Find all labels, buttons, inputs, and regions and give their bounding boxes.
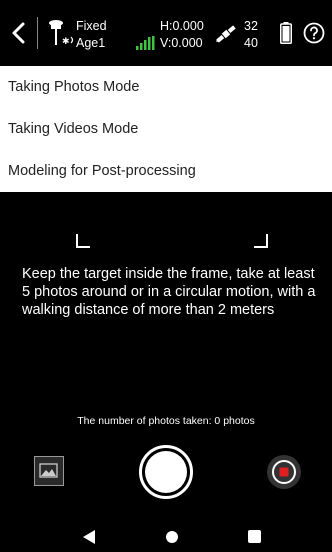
help-icon[interactable] <box>303 22 325 44</box>
v-precision: V:0.000 <box>160 36 203 50</box>
gallery-button[interactable] <box>34 456 64 486</box>
photo-count: The number of photos taken: 0 photos <box>77 415 255 427</box>
satellites-visible: 40 <box>244 36 258 50</box>
satellite-icon[interactable] <box>214 22 238 46</box>
status-bar: ✱ Fixed Age1 H:0.000 V:0.000 32 40 <box>0 0 332 66</box>
menu-item-videos-mode[interactable]: Taking Videos Mode <box>0 108 332 150</box>
nav-recents-button[interactable] <box>248 530 261 543</box>
record-button[interactable] <box>267 455 301 489</box>
frame-corner-bottom-right <box>254 234 268 248</box>
triangle-back-icon <box>83 530 95 544</box>
record-icon <box>272 460 296 484</box>
signal-bars-icon <box>136 36 156 50</box>
back-button[interactable] <box>8 20 30 46</box>
menu-item-photos-mode[interactable]: Taking Photos Mode <box>0 66 332 108</box>
nav-home-button[interactable] <box>166 531 178 543</box>
shutter-inner <box>145 451 187 493</box>
capture-instructions: Keep the target inside the frame, take a… <box>22 266 316 318</box>
gnss-receiver-icon[interactable]: ✱ <box>46 18 76 48</box>
chevron-left-icon <box>12 22 25 44</box>
h-precision: H:0.000 <box>160 19 204 33</box>
battery-icon <box>280 22 292 44</box>
frame-corner-bottom-left <box>76 234 90 248</box>
shutter-button[interactable] <box>139 445 193 499</box>
svg-text:✱: ✱ <box>62 37 70 47</box>
nav-back-button[interactable] <box>82 529 96 545</box>
divider <box>37 17 38 49</box>
menu-item-post-processing[interactable]: Modeling for Post-processing <box>0 150 332 192</box>
base-name: Age1 <box>76 36 106 50</box>
fix-status: Fixed <box>76 19 107 33</box>
image-icon <box>39 463 58 478</box>
mode-menu: Taking Photos Mode Taking Videos Mode Mo… <box>0 66 332 192</box>
satellites-used: 32 <box>244 19 258 33</box>
